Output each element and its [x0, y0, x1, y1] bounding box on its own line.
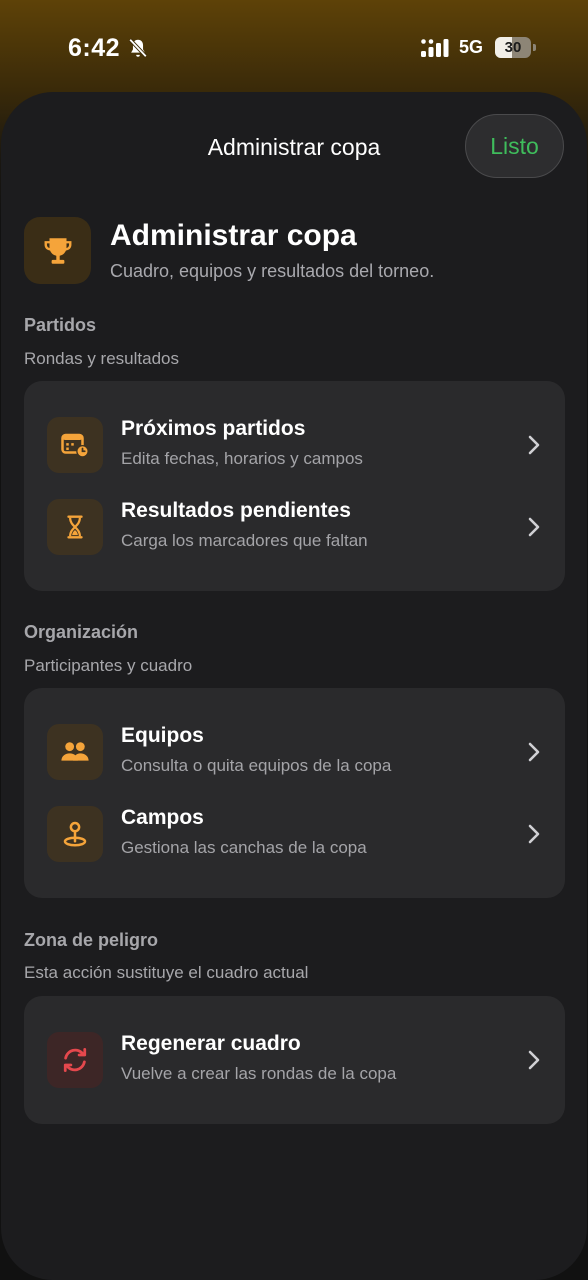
- network-type: 5G: [459, 37, 484, 57]
- section-subtitle-organizacion: Participantes y cuadro: [24, 656, 193, 675]
- card-organizacion: Equipos Consulta o quita equipos de la c…: [24, 688, 565, 898]
- row-title: Campos: [121, 806, 204, 829]
- row-subtitle: Carga los marcadores que faltan: [121, 531, 368, 550]
- trophy-icon: [44, 237, 71, 264]
- section-title-partidos: Partidos: [24, 315, 97, 335]
- bell-slash-icon: [128, 38, 148, 58]
- row-icon-tile: [47, 806, 103, 862]
- row-subtitle: Gestiona las canchas de la copa: [121, 838, 367, 857]
- battery-level: 30: [504, 39, 522, 56]
- refresh-icon: [63, 1048, 87, 1072]
- row-title: Regenerar cuadro: [121, 1032, 301, 1055]
- section-title-zona-peligro: Zona de peligro: [24, 930, 159, 950]
- row-subtitle: Edita fechas, horarios y campos: [121, 449, 363, 468]
- battery-indicator: 30: [495, 37, 536, 58]
- row-icon-tile: [47, 1032, 103, 1088]
- status-bar: 6:42 5G 30: [0, 0, 588, 92]
- location-pin-icon: [63, 821, 87, 847]
- row-campos[interactable]: Campos Gestiona las canchas de la copa: [24, 799, 565, 869]
- row-equipos[interactable]: Equipos Consulta o quita equipos de la c…: [24, 717, 565, 787]
- page-title: Administrar copa: [110, 219, 357, 252]
- done-button[interactable]: Listo: [465, 114, 564, 178]
- card-zona-peligro: Regenerar cuadro Vuelve a crear las rond…: [24, 996, 565, 1124]
- chevron-right-icon: [528, 517, 540, 537]
- row-title: Resultados pendientes: [121, 499, 351, 522]
- row-title: Equipos: [121, 724, 204, 747]
- manage-cup-sheet: Administrar copa Listo Administrar copa …: [1, 92, 587, 1280]
- status-time: 6:42: [68, 34, 121, 62]
- row-icon-tile: [47, 499, 103, 555]
- row-icon-tile: [47, 417, 103, 473]
- chevron-right-icon: [528, 742, 540, 762]
- screen: 6:42 5G 30 Administrar copa Listo Admini…: [0, 0, 588, 1280]
- section-subtitle-partidos: Rondas y resultados: [24, 349, 179, 368]
- hourglass-icon: [67, 515, 83, 539]
- row-title: Próximos partidos: [121, 417, 306, 440]
- people-icon: [61, 742, 89, 761]
- calendar-clock-icon: [61, 433, 89, 458]
- section-title-organizacion: Organización: [24, 622, 139, 642]
- hero-icon-tile: [24, 217, 91, 284]
- row-resultados-pendientes[interactable]: Resultados pendientes Carga los marcador…: [24, 492, 565, 562]
- sheet-header: Administrar copa Listo: [1, 92, 587, 202]
- chevron-right-icon: [528, 435, 540, 455]
- row-subtitle: Vuelve a crear las rondas de la copa: [121, 1064, 397, 1083]
- hero: Administrar copa Cuadro, equipos y resul…: [24, 217, 564, 287]
- row-icon-tile: [47, 724, 103, 780]
- card-partidos: Próximos partidos Edita fechas, horarios…: [24, 381, 565, 591]
- section-subtitle-zona-peligro: Esta acción sustituye el cuadro actual: [24, 963, 309, 982]
- chevron-right-icon: [528, 1050, 540, 1070]
- chevron-right-icon: [528, 824, 540, 844]
- signal-icon: [421, 39, 449, 57]
- page-subtitle: Cuadro, equipos y resultados del torneo.: [110, 261, 435, 281]
- row-subtitle: Consulta o quita equipos de la copa: [121, 756, 392, 775]
- row-regenerar-cuadro[interactable]: Regenerar cuadro Vuelve a crear las rond…: [24, 1025, 565, 1095]
- row-proximos-partidos[interactable]: Próximos partidos Edita fechas, horarios…: [24, 410, 565, 480]
